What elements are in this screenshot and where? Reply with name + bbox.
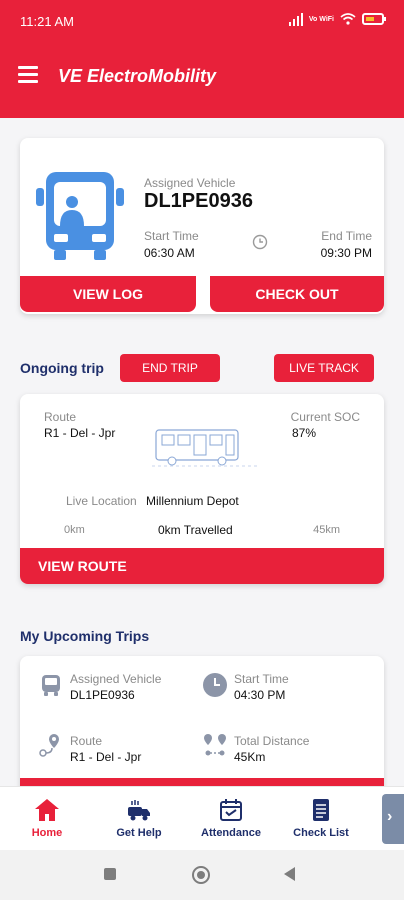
nav-get-help[interactable]: Get Help bbox=[94, 787, 184, 851]
route-label: Route bbox=[44, 410, 77, 424]
km-start: 0km bbox=[64, 524, 85, 536]
attendance-icon bbox=[220, 799, 242, 821]
vowifi-icon: Vo WiFi bbox=[308, 15, 334, 23]
view-log-button[interactable]: VIEW LOG bbox=[20, 276, 196, 312]
upcoming-trip-card[interactable]: Assigned Vehicle DL1PE0936 Start Time 04… bbox=[20, 656, 384, 796]
upcoming-distance-value: 45Km bbox=[234, 750, 266, 764]
km-travelled: 0km Travelled bbox=[158, 523, 233, 537]
upcoming-distance-label: Total Distance bbox=[234, 734, 310, 748]
start-time-label: Start Time bbox=[144, 229, 199, 243]
upcoming-route-value: R1 - Del - Jpr bbox=[70, 750, 142, 764]
nav-check-list-label: Check List bbox=[293, 827, 349, 839]
clock-icon bbox=[252, 234, 268, 250]
end-time-label: End Time bbox=[321, 229, 372, 243]
route-pin-icon bbox=[39, 734, 59, 757]
current-soc-label: Current SOC bbox=[290, 410, 360, 424]
view-route-button[interactable]: VIEW ROUTE bbox=[20, 548, 384, 584]
battery-icon bbox=[362, 13, 386, 25]
nav-home[interactable]: Home bbox=[2, 787, 92, 851]
checklist-icon bbox=[313, 799, 329, 821]
upcoming-vehicle-label: Assigned Vehicle bbox=[70, 672, 162, 686]
recents-button[interactable] bbox=[104, 868, 116, 880]
system-nav-bar bbox=[0, 850, 404, 900]
bus-outline-icon bbox=[152, 429, 260, 467]
status-icons: Vo WiFi bbox=[288, 12, 386, 26]
nav-check-list[interactable]: Check List bbox=[276, 787, 366, 851]
end-trip-button[interactable]: END TRIP bbox=[120, 354, 220, 382]
clock-icon bbox=[203, 673, 227, 697]
app-title: VE ElectroMobility bbox=[58, 66, 217, 86]
bus-icon bbox=[36, 172, 124, 260]
nav-attendance-label: Attendance bbox=[201, 827, 261, 839]
upcoming-start-label: Start Time bbox=[234, 672, 289, 686]
live-location-value: Millennium Depot bbox=[146, 494, 239, 508]
check-out-button[interactable]: CHECK OUT bbox=[210, 276, 384, 312]
assigned-vehicle-value: DL1PE0936 bbox=[144, 190, 253, 212]
bottom-nav: Home Get Help Attendance Check List bbox=[0, 786, 404, 850]
assigned-vehicle-label: Assigned Vehicle bbox=[144, 176, 236, 190]
help-icon bbox=[128, 800, 150, 821]
nav-get-help-label: Get Help bbox=[116, 827, 162, 839]
home-system-button[interactable] bbox=[192, 866, 210, 884]
km-end: 45km bbox=[313, 524, 340, 536]
live-location-label: Live Location bbox=[66, 494, 137, 508]
app-header: 11:21 AM Vo WiFi VE ElectroMobility bbox=[0, 0, 404, 118]
start-time-value: 06:30 AM bbox=[144, 246, 195, 260]
distance-icon bbox=[204, 734, 226, 756]
assigned-vehicle-card: Assigned Vehicle DL1PE0936 Start Time 06… bbox=[20, 138, 384, 314]
ongoing-trip-heading: Ongoing trip bbox=[20, 360, 104, 376]
back-button[interactable] bbox=[284, 867, 295, 881]
nav-next-button[interactable]: › bbox=[382, 794, 404, 844]
chevron-right-icon: › bbox=[387, 808, 393, 825]
upcoming-route-label: Route bbox=[70, 734, 103, 748]
status-time: 11:21 AM bbox=[20, 14, 74, 29]
upcoming-vehicle-value: DL1PE0936 bbox=[70, 688, 135, 702]
current-soc-value: 87% bbox=[292, 426, 317, 440]
status-bar: 11:21 AM Vo WiFi bbox=[0, 0, 404, 44]
upcoming-start-value: 04:30 PM bbox=[234, 688, 286, 702]
menu-button[interactable] bbox=[18, 66, 38, 84]
bus-icon bbox=[42, 675, 60, 696]
wifi-icon bbox=[340, 13, 356, 25]
home-icon bbox=[35, 799, 59, 821]
nav-attendance[interactable]: Attendance bbox=[186, 787, 276, 851]
route-value: R1 - Del - Jpr bbox=[44, 426, 116, 440]
signal-icon bbox=[288, 12, 303, 26]
ongoing-trip-card: Route R1 - Del - Jpr Current SOC 87% Liv… bbox=[20, 394, 384, 584]
live-track-button[interactable]: LIVE TRACK bbox=[274, 354, 374, 382]
end-time-value: 09:30 PM bbox=[320, 246, 372, 260]
upcoming-trips-heading: My Upcoming Trips bbox=[20, 628, 150, 644]
nav-home-label: Home bbox=[31, 827, 63, 839]
hamburger-icon bbox=[18, 66, 38, 69]
